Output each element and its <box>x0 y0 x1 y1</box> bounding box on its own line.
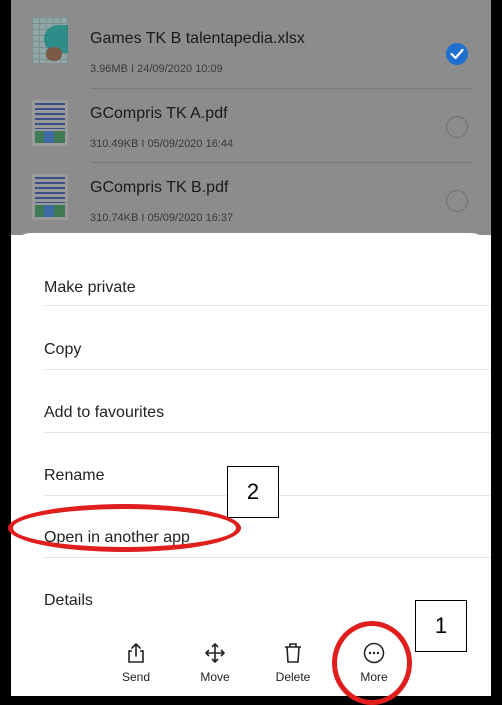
select-circle-icon[interactable] <box>446 116 468 138</box>
move-button[interactable]: Move <box>185 642 245 684</box>
annotation-step-2: 2 <box>227 466 279 518</box>
file-row[interactable]: GCompris TK B.pdf 310.74KB I 05/09/2020 … <box>11 160 491 233</box>
divider <box>44 305 491 306</box>
annotation-highlight-more-button <box>332 621 412 705</box>
menu-item-copy[interactable]: Copy <box>11 307 491 369</box>
menu-item-label: Add to favourites <box>44 404 165 421</box>
phone-screen: Games TK B talentapedia.xlsx 3.96MB I 24… <box>11 0 491 696</box>
move-arrows-icon <box>205 643 225 663</box>
send-label: Send <box>121 670 151 684</box>
share-icon <box>128 643 144 663</box>
menu-item-make-private[interactable]: Make private <box>11 245 491 307</box>
annotation-step-1: 1 <box>415 600 467 652</box>
selected-check-icon[interactable] <box>446 43 468 65</box>
menu-item-label: Copy <box>44 341 82 358</box>
move-label: Move <box>200 670 230 684</box>
menu-item-add-to-favourites[interactable]: Add to favourites <box>11 370 491 432</box>
menu-item-label: Rename <box>44 467 105 484</box>
spreadsheet-thumbnail <box>32 17 68 63</box>
file-name: GCompris TK B.pdf <box>90 179 229 196</box>
pdf-thumbnail <box>32 174 68 220</box>
file-row[interactable]: GCompris TK A.pdf 310.49KB I 05/09/2020 … <box>11 86 491 159</box>
select-circle-icon[interactable] <box>446 190 468 212</box>
file-meta: 310.74KB I 05/09/2020 16:37 <box>90 212 234 224</box>
menu-item-label: Make private <box>44 279 136 296</box>
annotation-highlight-open-in-another-app <box>8 504 241 552</box>
file-name: GCompris TK A.pdf <box>90 105 228 122</box>
menu-item-label: Details <box>44 592 93 609</box>
file-list: Games TK B talentapedia.xlsx 3.96MB I 24… <box>11 0 491 235</box>
pdf-thumbnail <box>32 100 68 146</box>
file-meta: 310.49KB I 05/09/2020 16:44 <box>90 138 234 150</box>
delete-button[interactable]: Delete <box>263 642 323 684</box>
file-row[interactable]: Games TK B talentapedia.xlsx 3.96MB I 24… <box>11 3 491 76</box>
send-button[interactable]: Send <box>106 642 166 684</box>
delete-label: Delete <box>275 670 311 684</box>
file-meta: 3.96MB I 24/09/2020 10:09 <box>90 63 223 75</box>
file-name: Games TK B talentapedia.xlsx <box>90 30 305 47</box>
trash-icon <box>285 643 301 663</box>
